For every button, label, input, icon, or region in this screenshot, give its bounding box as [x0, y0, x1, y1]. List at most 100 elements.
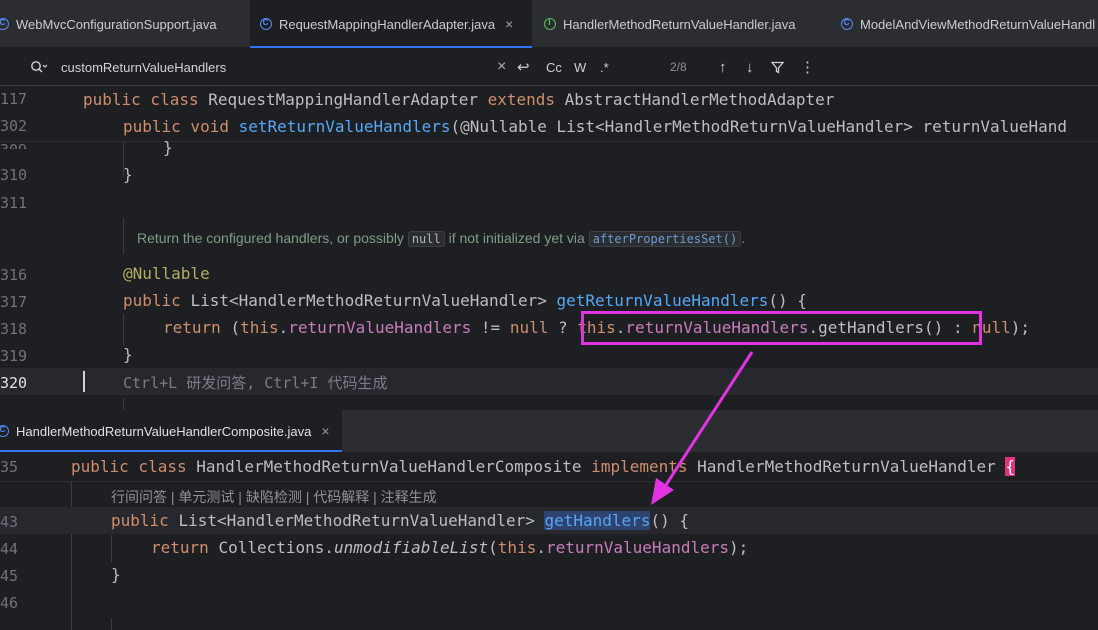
- line-number: 311: [0, 194, 28, 212]
- code-line: }: [163, 138, 173, 157]
- code-line: public class RequestMappingHandlerAdapte…: [83, 90, 834, 109]
- type-name: List<HandlerMethodReturnValueHandler>: [190, 291, 557, 310]
- class-icon: [0, 425, 9, 437]
- find-bar: customReturnValueHandlers × ↩ Cc W .* 2/…: [0, 48, 1098, 86]
- ai-inline-hint: Ctrl+L 研发问答, Ctrl+I 代码生成: [123, 374, 388, 392]
- type-name: List<HandlerMethodReturnValueHandler>: [178, 511, 545, 530]
- code-text: .: [536, 538, 546, 557]
- keyword: public void: [123, 117, 239, 136]
- method-name: getHandlers: [544, 511, 651, 530]
- line-number: 309: [0, 141, 32, 149]
- code-text: (: [230, 318, 241, 337]
- more-options-icon[interactable]: ⋮: [800, 48, 815, 86]
- ai-action-links[interactable]: 行间问答 | 单元测试 | 缺陷检测 | 代码解释 | 注释生成: [111, 487, 437, 507]
- doc-code-chip: null: [407, 231, 445, 247]
- doc-link-chip[interactable]: afterPropertiesSet(): [588, 231, 742, 247]
- keyword: extends: [477, 90, 565, 109]
- code-line: public List<HandlerMethodReturnValueHand…: [123, 291, 807, 310]
- line-number: 317: [0, 293, 28, 311]
- code-editor-handlermethodreturnvaluehandlercomposite[interactable]: 35 public class HandlerMethodReturnValue…: [0, 452, 1098, 630]
- rendered-javadoc: Return the configured handlers, or possi…: [137, 230, 745, 247]
- line-number: 45: [0, 567, 19, 585]
- keyword: return: [151, 538, 219, 557]
- class-name: AbstractHandlerMethodAdapter: [564, 90, 835, 109]
- field-name: returnValueHandlers: [545, 538, 729, 557]
- text-caret: [83, 371, 85, 392]
- tab-handlermethodreturnvaluehandlercomposite[interactable]: HandlerMethodReturnValueHandlerComposite…: [0, 410, 342, 452]
- clear-search-icon[interactable]: ×: [497, 48, 506, 86]
- filter-icon[interactable]: [771, 48, 784, 86]
- class-icon: [260, 18, 272, 30]
- keyword: public: [123, 291, 191, 310]
- code-text: () {: [650, 511, 689, 530]
- matched-brace: {: [1005, 457, 1016, 476]
- line-number: 46: [0, 594, 19, 612]
- line-number: 320: [0, 374, 28, 392]
- regex-toggle[interactable]: .*: [600, 48, 609, 86]
- line-number: 35: [0, 458, 19, 476]
- code-text: .: [278, 318, 289, 337]
- keyword: public class: [83, 90, 209, 109]
- code-line: }: [123, 165, 133, 184]
- doc-text: Return the configured handlers, or possi…: [137, 230, 408, 246]
- annotation-highlight-box: [581, 311, 982, 345]
- tab-requestmappinghandleradapter[interactable]: RequestMappingHandlerAdapter.java ×: [250, 0, 532, 48]
- whole-words-toggle[interactable]: W: [574, 48, 586, 86]
- code-text: !=: [471, 318, 510, 337]
- class-name: HandlerMethodReturnValueHandlerComposite: [196, 457, 582, 476]
- indent-guide: [123, 218, 124, 254]
- match-counter: 2/8: [670, 60, 687, 74]
- class-icon: [0, 18, 9, 30]
- keyword: public class: [71, 457, 197, 476]
- search-icon[interactable]: [30, 48, 48, 86]
- line-number: 316: [0, 266, 28, 284]
- class-icon: [841, 18, 853, 30]
- match-case-toggle[interactable]: Cc: [546, 48, 562, 86]
- line-number: 310: [0, 166, 28, 184]
- code-line: public class HandlerMethodReturnValueHan…: [71, 457, 1016, 476]
- sticky-scroll-header[interactable]: 117 public class RequestMappingHandlerAd…: [0, 86, 1098, 142]
- tab-label: RequestMappingHandlerAdapter.java: [279, 16, 496, 32]
- code-text: );: [1010, 318, 1031, 337]
- tab-label: HandlerMethodReturnValueHandlerComposite…: [16, 423, 312, 439]
- close-icon[interactable]: ×: [505, 16, 513, 32]
- new-line-icon[interactable]: ↩: [517, 48, 530, 86]
- line-number: 43: [0, 513, 19, 531]
- annotation: @Nullable: [123, 264, 210, 283]
- search-input[interactable]: customReturnValueHandlers: [61, 48, 226, 86]
- tab-webmvcconfigurationsupport[interactable]: WebMvcConfigurationSupport.java: [0, 0, 248, 48]
- tab-modelandviewmethodreturnvaluehandler[interactable]: ModelAndViewMethodReturnValueHandl: [841, 0, 1098, 48]
- doc-text: if not initialized yet via: [444, 230, 589, 246]
- interface-icon: [544, 18, 556, 30]
- tab-label: WebMvcConfigurationSupport.java: [16, 16, 217, 32]
- keyword: this: [497, 538, 537, 557]
- line-number: 302: [0, 117, 28, 135]
- code-line: }: [111, 565, 121, 584]
- line-number: 319: [0, 347, 28, 365]
- indent-guide: [111, 535, 112, 562]
- close-icon[interactable]: ×: [321, 423, 329, 439]
- class-name: RequestMappingHandlerAdapter: [208, 90, 478, 109]
- previous-occurrence-icon[interactable]: ↑: [719, 48, 727, 86]
- code-text: (: [488, 538, 498, 557]
- tab-label: HandlerMethodReturnValueHandler.java: [563, 16, 796, 32]
- code-text: );: [729, 538, 749, 557]
- sticky-scroll-header[interactable]: 35 public class HandlerMethodReturnValue…: [0, 452, 1098, 482]
- indent-guide: [123, 314, 124, 346]
- indent-guide: [123, 398, 124, 410]
- code-editor-requestmappinghandleradapter[interactable]: 117 public class RequestMappingHandlerAd…: [0, 86, 1098, 410]
- method-name: unmodifiableList: [334, 538, 489, 557]
- method-name: setReturnValueHandlers: [238, 117, 451, 136]
- next-occurrence-icon[interactable]: ↓: [746, 48, 754, 86]
- tab-handlermethodreturnvaluehandler[interactable]: HandlerMethodReturnValueHandler.java: [544, 0, 834, 48]
- keyword: null: [509, 318, 549, 337]
- tab-label: ModelAndViewMethodReturnValueHandl: [860, 16, 1096, 32]
- code-line: public List<HandlerMethodReturnValueHand…: [111, 511, 689, 530]
- keyword: this: [240, 318, 279, 337]
- class-name: HandlerMethodReturnValueHandler: [697, 457, 996, 476]
- code-line: public void setReturnValueHandlers(@Null…: [123, 117, 1067, 136]
- editor-tab-bar: WebMvcConfigurationSupport.java RequestM…: [0, 0, 1098, 48]
- doc-text: .: [741, 230, 746, 246]
- line-number: 44: [0, 540, 19, 558]
- code-text: ?: [548, 318, 578, 337]
